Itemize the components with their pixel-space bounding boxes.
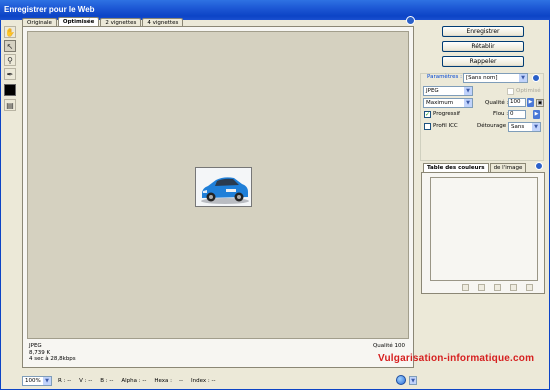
- tab-image-size[interactable]: de l'image: [489, 163, 527, 172]
- icc-profile-label: Profil ICC: [433, 123, 458, 129]
- preview-canvas[interactable]: [27, 31, 409, 339]
- browser-preview: ▼: [396, 375, 417, 385]
- zoom-value: 100%: [25, 377, 41, 384]
- slice-select-tool-icon[interactable]: ↖: [4, 40, 16, 52]
- icc-profile-checkbox[interactable]: [424, 123, 431, 130]
- readout-b: B : --: [100, 378, 113, 384]
- color-table-actions: [462, 284, 542, 291]
- readout-value: --: [211, 377, 216, 384]
- progressive-label: Progressif: [433, 111, 460, 117]
- save-button[interactable]: Enregistrer: [442, 26, 524, 37]
- progressive-checkbox[interactable]: ✓: [424, 111, 431, 118]
- matte-select[interactable]: Sans ▼: [508, 122, 541, 132]
- status-bar: 100% ▼ R : -- V : -- B : -- Alpha : -- H…: [22, 375, 224, 386]
- delete-color-icon[interactable]: [526, 284, 533, 291]
- new-color-icon[interactable]: [510, 284, 517, 291]
- reset-button[interactable]: Rétablir: [442, 41, 524, 52]
- readout-label: Alpha :: [121, 377, 141, 384]
- readout-label: Index :: [191, 377, 210, 384]
- readout-alpha: Alpha : --: [121, 378, 146, 384]
- eyedropper-tool-icon[interactable]: ✒: [4, 68, 16, 80]
- readout-value: --: [109, 377, 114, 384]
- quality-label: Qualité :: [485, 100, 509, 106]
- preview-menu-icon[interactable]: [406, 16, 415, 25]
- quality-input[interactable]: 100: [508, 98, 526, 107]
- chevron-down-icon: ▼: [464, 99, 472, 107]
- readout-index: Index : --: [191, 378, 215, 384]
- readout-label: B :: [100, 377, 108, 384]
- web-snap-icon[interactable]: [462, 284, 469, 291]
- preset-select[interactable]: [Sans nom] ▼: [463, 73, 528, 83]
- color-table-swatches[interactable]: [430, 177, 538, 281]
- chevron-down-icon[interactable]: ▼: [409, 375, 417, 385]
- car-image: [196, 168, 251, 206]
- blur-input[interactable]: 0: [508, 110, 526, 119]
- browser-preview-icon[interactable]: [396, 375, 406, 385]
- chevron-down-icon: ▼: [532, 123, 540, 131]
- readout-value: --: [142, 377, 147, 384]
- shift-color-icon[interactable]: [494, 284, 501, 291]
- readout-value: --: [67, 377, 72, 384]
- zoom-tool-icon[interactable]: ⚲: [4, 54, 16, 66]
- eyedropper-color-swatch[interactable]: [4, 84, 16, 96]
- optimized-label: Optimisé: [516, 88, 541, 94]
- quality-mask-icon[interactable]: ▣: [536, 99, 544, 107]
- readout-value: --: [88, 377, 93, 384]
- blur-label: Flou :: [493, 111, 509, 117]
- chevron-down-icon: ▼: [464, 87, 472, 95]
- quality-slider-button[interactable]: ▶: [527, 98, 534, 107]
- recall-button[interactable]: Rappeler: [442, 56, 524, 67]
- preview-pane: JPEG 8,739 K 4 sec à 28,8kbps Qualité 10…: [22, 26, 414, 368]
- color-table-menu-icon[interactable]: [535, 162, 543, 170]
- readout-hex: Hexa : --: [154, 378, 183, 384]
- window-title: Enregistrer pour le Web: [4, 5, 95, 14]
- color-table-panel: [421, 172, 545, 294]
- quality-preset-select[interactable]: Maximum ▼: [423, 98, 473, 108]
- optimized-image-preview: [195, 167, 252, 207]
- zoom-select[interactable]: 100% ▼: [22, 375, 52, 386]
- preset-value: [Sans nom]: [466, 75, 498, 81]
- readout-label: V :: [79, 377, 87, 384]
- chevron-down-icon: ▼: [519, 74, 527, 82]
- color-table-tabs: Table des couleurs de l'image: [423, 163, 527, 172]
- chevron-down-icon: ▼: [43, 376, 51, 385]
- image-info: JPEG 8,739 K 4 sec à 28,8kbps: [29, 343, 76, 363]
- readout-v: V : --: [79, 378, 92, 384]
- format-value: JPEG: [426, 88, 439, 94]
- blur-slider-button[interactable]: ▶: [533, 110, 540, 119]
- readout-value: --: [179, 377, 184, 384]
- matte-value: Sans: [511, 124, 525, 130]
- hand-tool-icon[interactable]: ✋: [4, 26, 16, 38]
- settings-label: Paramètres :: [426, 74, 463, 80]
- tab-color-table[interactable]: Table des couleurs: [423, 163, 489, 172]
- readout-label: Hexa :: [154, 377, 173, 384]
- matte-label: Détourage :: [477, 123, 510, 129]
- lock-color-icon[interactable]: [478, 284, 485, 291]
- image-quality: Qualité 100: [372, 343, 405, 349]
- watermark-text: Vulgarisation-informatique.com: [378, 353, 535, 364]
- format-select[interactable]: JPEG ▼: [423, 86, 473, 96]
- download-time: 4 sec à 28,8kbps: [29, 356, 76, 362]
- quality-preset-value: Maximum: [426, 100, 454, 106]
- readout-r: R : --: [58, 378, 71, 384]
- tool-palette: ✋ ↖ ⚲ ✒ ▤: [4, 26, 18, 113]
- readout-label: R :: [58, 377, 66, 384]
- settings-menu-icon[interactable]: [532, 74, 540, 82]
- optimized-checkbox[interactable]: [507, 88, 514, 95]
- toggle-slices-icon[interactable]: ▤: [4, 99, 16, 111]
